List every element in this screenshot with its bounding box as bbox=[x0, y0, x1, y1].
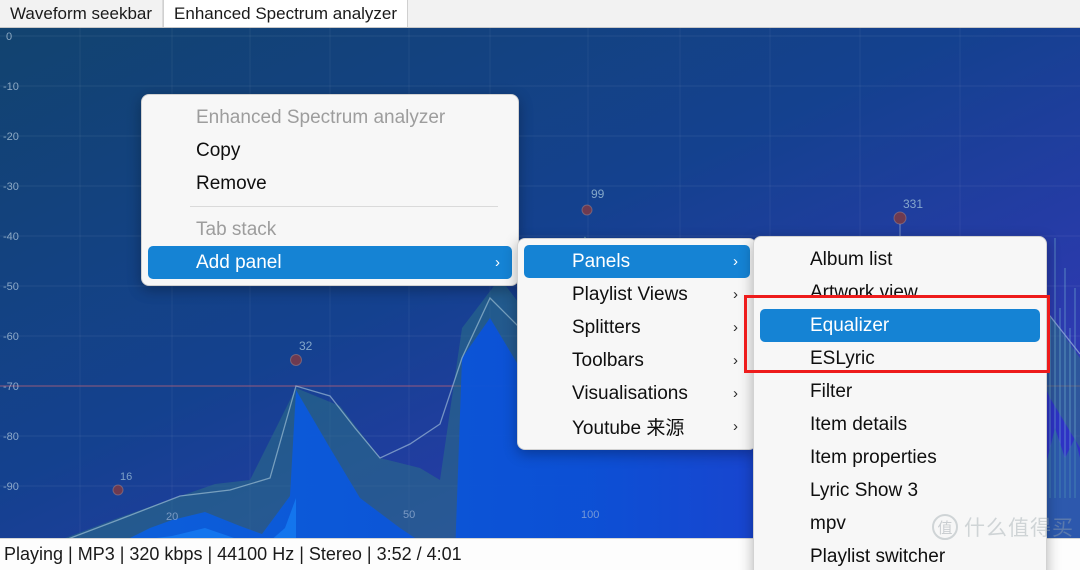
svg-text:99: 99 bbox=[591, 187, 605, 201]
tab-bar-filler bbox=[408, 0, 1080, 27]
menu-item-label: Enhanced Spectrum analyzer bbox=[196, 106, 446, 128]
panel-item-label: Artwork view bbox=[810, 281, 918, 303]
svg-text:-90: -90 bbox=[3, 481, 19, 493]
panel-item-album-list[interactable]: Album list bbox=[760, 243, 1040, 276]
submenu-item-visualisations[interactable]: Visualisations › bbox=[524, 377, 750, 410]
chevron-right-icon: › bbox=[733, 352, 738, 369]
submenu-item-label: Visualisations bbox=[572, 382, 688, 404]
svg-text:-60: -60 bbox=[3, 331, 19, 343]
panel-item-label: Lyric Show 3 bbox=[810, 479, 919, 501]
panel-item-label: Album list bbox=[810, 248, 893, 270]
submenu-item-youtube-source[interactable]: Youtube 来源 › bbox=[524, 410, 750, 443]
svg-text:-80: -80 bbox=[3, 431, 19, 443]
chevron-right-icon: › bbox=[733, 286, 738, 303]
submenu-item-label: Panels bbox=[572, 250, 631, 272]
svg-text:20: 20 bbox=[166, 511, 178, 523]
svg-text:-20: -20 bbox=[3, 131, 19, 143]
menu-separator bbox=[190, 206, 498, 207]
chevron-right-icon: › bbox=[733, 253, 738, 270]
svg-text:32: 32 bbox=[299, 339, 313, 353]
panel-item-item-properties[interactable]: Item properties bbox=[760, 441, 1040, 474]
chevron-right-icon: › bbox=[733, 418, 738, 435]
menu-item-panel-title: Enhanced Spectrum analyzer bbox=[148, 101, 512, 134]
panel-item-mpv[interactable]: mpv bbox=[760, 507, 1040, 540]
submenu-item-playlist-views[interactable]: Playlist Views › bbox=[524, 278, 750, 311]
submenu-panels-list[interactable]: Album list Artwork view Equalizer ESLyri… bbox=[753, 236, 1047, 570]
panel-item-label: Equalizer bbox=[810, 314, 890, 336]
tab-bar: Waveform seekbar Enhanced Spectrum analy… bbox=[0, 0, 1080, 28]
panel-item-equalizer[interactable]: Equalizer bbox=[760, 309, 1040, 342]
chevron-right-icon: › bbox=[733, 319, 738, 336]
panel-item-eslyric[interactable]: ESLyric bbox=[760, 342, 1040, 375]
menu-item-label: Add panel bbox=[196, 251, 282, 273]
app-window: Waveform seekbar Enhanced Spectrum analy… bbox=[0, 0, 1080, 570]
svg-text:50: 50 bbox=[403, 509, 415, 521]
svg-text:331: 331 bbox=[903, 197, 923, 211]
menu-item-copy[interactable]: Copy bbox=[148, 134, 512, 167]
submenu-item-splitters[interactable]: Splitters › bbox=[524, 311, 750, 344]
tab-waveform-seekbar[interactable]: Waveform seekbar bbox=[0, 0, 164, 27]
panel-item-label: Filter bbox=[810, 380, 853, 402]
submenu-item-label: Playlist Views bbox=[572, 283, 688, 305]
panel-item-label: Item details bbox=[810, 413, 908, 435]
menu-item-label: Copy bbox=[196, 139, 241, 161]
submenu-item-panels[interactable]: Panels › bbox=[524, 245, 750, 278]
panel-item-artwork-view[interactable]: Artwork view bbox=[760, 276, 1040, 309]
panel-item-lyric-show-3[interactable]: Lyric Show 3 bbox=[760, 474, 1040, 507]
svg-text:16: 16 bbox=[120, 471, 132, 483]
context-menu-panel[interactable]: Enhanced Spectrum analyzer Copy Remove T… bbox=[141, 94, 519, 286]
svg-text:-50: -50 bbox=[3, 281, 19, 293]
tab-enhanced-spectrum-analyzer[interactable]: Enhanced Spectrum analyzer bbox=[163, 0, 409, 27]
menu-item-tab-stack: Tab stack bbox=[148, 213, 512, 246]
panel-item-label: ESLyric bbox=[810, 347, 875, 369]
submenu-add-panel[interactable]: Panels › Playlist Views › Splitters › To… bbox=[517, 238, 757, 450]
menu-item-add-panel[interactable]: Add panel › bbox=[148, 246, 512, 279]
submenu-item-label: Youtube 来源 bbox=[572, 418, 685, 439]
svg-text:-10: -10 bbox=[3, 81, 19, 93]
panel-item-label: Playlist switcher bbox=[810, 545, 946, 567]
menu-item-label: Remove bbox=[196, 172, 267, 194]
status-bar-text: Playing | MP3 | 320 kbps | 44100 Hz | St… bbox=[4, 544, 462, 564]
svg-text:-70: -70 bbox=[3, 381, 19, 393]
svg-text:0: 0 bbox=[6, 31, 12, 43]
panel-item-filter[interactable]: Filter bbox=[760, 375, 1040, 408]
tab-label: Waveform seekbar bbox=[10, 3, 153, 23]
chevron-right-icon: › bbox=[733, 385, 738, 402]
panel-item-playlist-switcher[interactable]: Playlist switcher bbox=[760, 540, 1040, 570]
svg-text:100: 100 bbox=[581, 509, 599, 521]
menu-item-label: Tab stack bbox=[196, 218, 277, 240]
panel-item-label: Item properties bbox=[810, 446, 937, 468]
submenu-item-label: Splitters bbox=[572, 316, 641, 338]
menu-item-remove[interactable]: Remove bbox=[148, 167, 512, 200]
panel-item-label: mpv bbox=[810, 512, 846, 534]
tab-label: Enhanced Spectrum analyzer bbox=[174, 3, 398, 23]
submenu-item-toolbars[interactable]: Toolbars › bbox=[524, 344, 750, 377]
chevron-right-icon: › bbox=[495, 254, 500, 271]
svg-text:-40: -40 bbox=[3, 231, 19, 243]
panel-item-item-details[interactable]: Item details bbox=[760, 408, 1040, 441]
submenu-item-label: Toolbars bbox=[572, 349, 644, 371]
svg-text:-30: -30 bbox=[3, 181, 19, 193]
